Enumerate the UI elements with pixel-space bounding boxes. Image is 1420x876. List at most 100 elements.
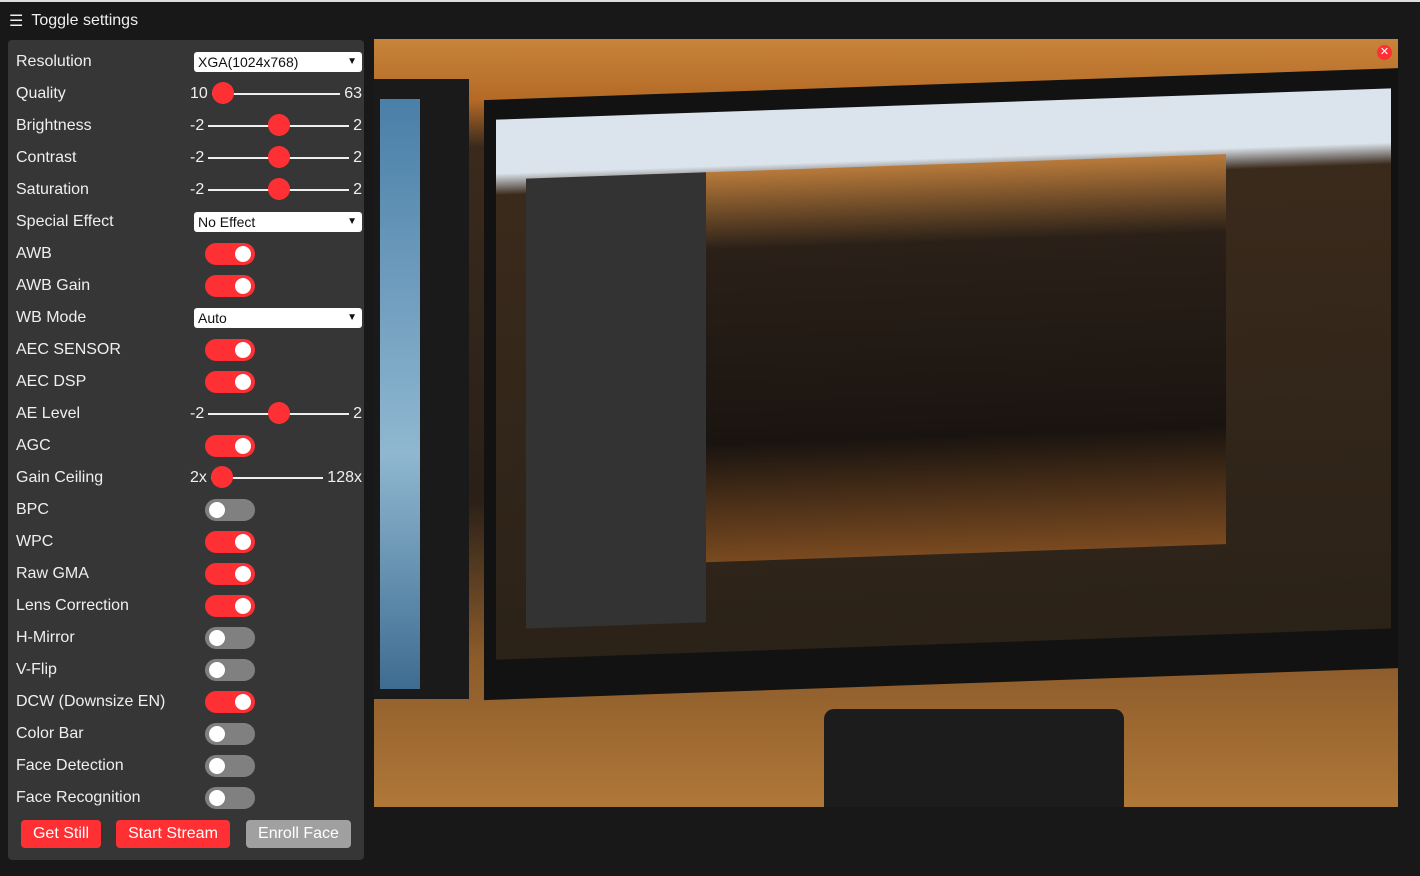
- toggle-knob: [209, 630, 225, 646]
- control-row-contrast: Contrast -2 2: [16, 142, 362, 174]
- left-monitor-screen: [380, 99, 420, 689]
- control-row-wb-mode: WB Mode Auto ▼: [16, 302, 362, 334]
- get-still-button[interactable]: Get Still: [21, 820, 101, 848]
- monitor-screen: [496, 88, 1391, 660]
- saturation-label: Saturation: [16, 181, 89, 198]
- slider-thumb[interactable]: [267, 402, 290, 424]
- header-title: Toggle settings: [31, 12, 139, 29]
- awb-toggle[interactable]: [205, 243, 255, 265]
- control-row-saturation: Saturation -2 2: [16, 174, 362, 206]
- contrast-label: Contrast: [16, 149, 77, 166]
- slider-track[interactable]: [208, 402, 350, 424]
- face-detection-label: Face Detection: [16, 757, 124, 774]
- slider-max-label: 63: [344, 85, 362, 102]
- special-effect-select[interactable]: No Effect ▼: [194, 212, 362, 232]
- slider-track[interactable]: [210, 466, 324, 488]
- slider-track[interactable]: [208, 146, 350, 168]
- monitor-stand: [824, 709, 1124, 807]
- selected-value: XGA(1024x768): [198, 54, 299, 70]
- toggle-settings-header[interactable]: ☰ Toggle settings: [9, 11, 138, 31]
- slider-track[interactable]: [208, 178, 350, 200]
- v-flip-toggle[interactable]: [205, 659, 255, 681]
- slider-min-label: -2: [190, 149, 205, 166]
- start-stream-button[interactable]: Start Stream: [116, 820, 230, 848]
- top-border: [0, 0, 1420, 2]
- lens-correction-label: Lens Correction: [16, 597, 129, 614]
- control-row-face-detection: Face Detection: [16, 750, 356, 782]
- color-bar-label: Color Bar: [16, 725, 84, 742]
- control-row-raw-gma: Raw GMA: [16, 558, 356, 590]
- lens-correction-toggle[interactable]: [205, 595, 255, 617]
- special-effect-label: Special Effect: [16, 213, 114, 230]
- dropdown-arrow-icon: ▼: [347, 216, 357, 227]
- control-row-gain-ceiling: Gain Ceiling 2x 128x: [16, 462, 362, 494]
- control-row-dcw-downsize-en: DCW (Downsize EN): [16, 686, 356, 718]
- face-recognition-toggle[interactable]: [205, 787, 255, 809]
- wpc-toggle[interactable]: [205, 531, 255, 553]
- h-mirror-toggle[interactable]: [205, 627, 255, 649]
- dropdown-arrow-icon: ▼: [347, 312, 357, 323]
- toggle-knob: [209, 758, 225, 774]
- awb-gain-toggle[interactable]: [205, 275, 255, 297]
- awb-label: AWB: [16, 245, 52, 262]
- aec-dsp-toggle[interactable]: [205, 371, 255, 393]
- aec-dsp-label: AEC DSP: [16, 373, 87, 390]
- slider-thumb[interactable]: [267, 114, 290, 136]
- enroll-face-button[interactable]: Enroll Face: [246, 820, 351, 848]
- face-detection-toggle[interactable]: [205, 755, 255, 777]
- toggle-knob: [235, 566, 251, 582]
- recursive-stream: [706, 154, 1226, 563]
- gain-ceiling-label: Gain Ceiling: [16, 469, 104, 486]
- toggle-knob: [209, 502, 225, 518]
- control-row-face-recognition: Face Recognition: [16, 782, 356, 814]
- control-row-bpc: BPC: [16, 494, 356, 526]
- control-row-color-bar: Color Bar: [16, 718, 356, 750]
- slider-track[interactable]: [211, 82, 341, 104]
- h-mirror-label: H-Mirror: [16, 629, 75, 646]
- gain-ceiling-slider[interactable]: 2x 128x: [190, 466, 362, 490]
- raw-gma-toggle[interactable]: [205, 563, 255, 585]
- bpc-toggle[interactable]: [205, 499, 255, 521]
- toggle-knob: [235, 438, 251, 454]
- dcw-downsize-en-toggle[interactable]: [205, 691, 255, 713]
- slider-thumb[interactable]: [267, 178, 290, 200]
- toggle-knob: [235, 342, 251, 358]
- slider-thumb[interactable]: [211, 82, 234, 104]
- aec-sensor-toggle[interactable]: [205, 339, 255, 361]
- slider-max-label: 128x: [327, 469, 362, 486]
- contrast-slider[interactable]: -2 2: [190, 146, 362, 170]
- toggle-knob: [235, 598, 251, 614]
- brightness-slider[interactable]: -2 2: [190, 114, 362, 138]
- resolution-select[interactable]: XGA(1024x768) ▼: [194, 52, 362, 72]
- settings-panel: Get Still Start Stream Enroll Face Resol…: [8, 40, 364, 860]
- toggle-knob: [209, 662, 225, 678]
- slider-track[interactable]: [208, 114, 350, 136]
- brightness-label: Brightness: [16, 117, 92, 134]
- ae-level-slider[interactable]: -2 2: [190, 402, 362, 426]
- slider-max-label: 2: [353, 117, 362, 134]
- control-row-wpc: WPC: [16, 526, 356, 558]
- close-icon[interactable]: ✕: [1377, 45, 1392, 60]
- toggle-knob: [209, 726, 225, 742]
- control-row-agc: AGC: [16, 430, 356, 462]
- control-row-awb: AWB: [16, 238, 356, 270]
- toggle-knob: [235, 534, 251, 550]
- agc-toggle[interactable]: [205, 435, 255, 457]
- camera-stream-image: [374, 39, 1398, 807]
- color-bar-toggle[interactable]: [205, 723, 255, 745]
- toggle-knob: [235, 694, 251, 710]
- slider-thumb[interactable]: [267, 146, 290, 168]
- saturation-slider[interactable]: -2 2: [190, 178, 362, 202]
- control-row-quality: Quality 10 63: [16, 78, 362, 110]
- slider-min-label: -2: [190, 405, 205, 422]
- wb-mode-select[interactable]: Auto ▼: [194, 308, 362, 328]
- selected-value: Auto: [198, 310, 227, 326]
- quality-slider[interactable]: 10 63: [190, 82, 362, 106]
- control-row-awb-gain: AWB Gain: [16, 270, 356, 302]
- control-row-special-effect: Special Effect No Effect ▼: [16, 206, 362, 238]
- slider-thumb[interactable]: [210, 466, 233, 488]
- slider-min-label: -2: [190, 117, 205, 134]
- toggle-knob: [235, 278, 251, 294]
- raw-gma-label: Raw GMA: [16, 565, 89, 582]
- slider-min-label: 2x: [190, 469, 207, 486]
